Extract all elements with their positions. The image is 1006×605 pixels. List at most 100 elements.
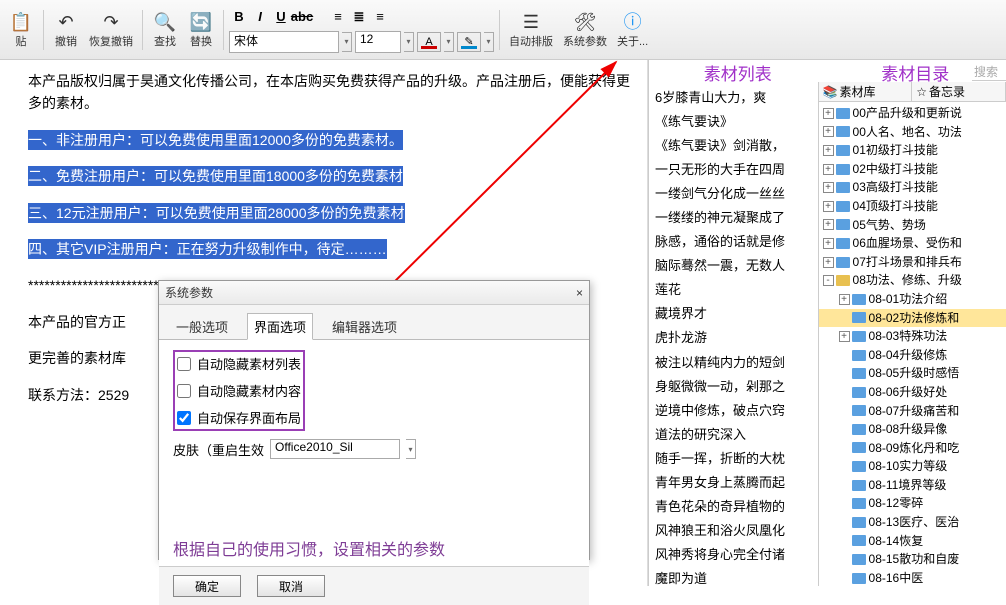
- size-dropdown-icon[interactable]: ▾: [404, 32, 414, 52]
- tree-tab-memo[interactable]: ☆备忘录: [912, 82, 1006, 101]
- tree-node[interactable]: 08-12零碎: [819, 494, 1006, 513]
- search-input[interactable]: 搜索: [972, 61, 1006, 81]
- about-button[interactable]: ⓘ关于...: [613, 5, 652, 55]
- list-item[interactable]: 被注以精纯内力的短剑: [655, 351, 816, 375]
- find-button[interactable]: 🔍查找: [148, 5, 182, 55]
- size-select[interactable]: 12: [355, 31, 401, 53]
- tree-node[interactable]: +08-03特殊功法: [819, 327, 1006, 346]
- list-item[interactable]: 一只无形的大手在四周: [655, 158, 816, 182]
- toggle-icon[interactable]: +: [823, 126, 834, 137]
- tree-node[interactable]: 08-13医疗、医治: [819, 513, 1006, 532]
- underline-button[interactable]: U: [271, 7, 291, 27]
- list-item[interactable]: 风神狼王和浴火凤凰化: [655, 519, 816, 543]
- font-color-button[interactable]: A: [417, 32, 441, 52]
- toggle-icon[interactable]: +: [823, 182, 834, 193]
- tree-node[interactable]: +05气势、势场: [819, 216, 1006, 235]
- highlight-button[interactable]: ✎: [457, 32, 481, 52]
- tree-node[interactable]: 08-10实力等级: [819, 457, 1006, 476]
- tree-node[interactable]: 08-02功法修炼和: [819, 309, 1006, 328]
- sysparam-button[interactable]: 🛠系统参数: [559, 5, 611, 55]
- tree-node[interactable]: +07打斗场景和排兵布: [819, 253, 1006, 272]
- tree-node[interactable]: +00人名、地名、功法: [819, 123, 1006, 142]
- tree-node[interactable]: 08-14恢复: [819, 532, 1006, 551]
- align-right-button[interactable]: ≡: [370, 7, 390, 27]
- list-item[interactable]: 6岁膝青山大力，爽: [655, 86, 816, 110]
- tree-node[interactable]: +03高级打斗技能: [819, 178, 1006, 197]
- toggle-icon[interactable]: +: [823, 257, 834, 268]
- tree-node[interactable]: +01初级打斗技能: [819, 141, 1006, 160]
- toggle-icon[interactable]: +: [823, 145, 834, 156]
- list-item[interactable]: 一缕剑气分化成一丝丝: [655, 182, 816, 206]
- toggle-icon[interactable]: +: [823, 108, 834, 119]
- tree-node[interactable]: +02中级打斗技能: [819, 160, 1006, 179]
- list-item[interactable]: 身躯微微一动，剁那之: [655, 375, 816, 399]
- skin-select[interactable]: Office2010_Sil: [270, 439, 400, 459]
- list-item[interactable]: 《练气要诀》: [655, 110, 816, 134]
- list-item[interactable]: 一缕缕的神元凝聚成了: [655, 206, 816, 230]
- list-item[interactable]: 逆境中修炼，破点穴窍: [655, 399, 816, 423]
- toggle-icon[interactable]: +: [823, 201, 834, 212]
- tree-node[interactable]: 08-07升级痛苦和: [819, 402, 1006, 421]
- tree-node[interactable]: 08-09炼化丹和吃: [819, 439, 1006, 458]
- tree-node[interactable]: 08-08升级异像: [819, 420, 1006, 439]
- tree-node[interactable]: +08-01功法介绍: [819, 290, 1006, 309]
- tree-node[interactable]: +00产品升级和更新说: [819, 104, 1006, 123]
- tree-node[interactable]: +06血腥场景、受伤和: [819, 234, 1006, 253]
- tab-general[interactable]: 一般选项: [169, 313, 235, 339]
- tree-node[interactable]: +04顶级打斗技能: [819, 197, 1006, 216]
- tree-node[interactable]: -08功法、修练、升级: [819, 271, 1006, 290]
- ok-button[interactable]: 确定: [173, 575, 241, 597]
- tab-ui[interactable]: 界面选项: [247, 313, 313, 340]
- align-center-button[interactable]: ≣: [349, 7, 369, 27]
- list-item[interactable]: 脉感，通俗的话就是修: [655, 230, 816, 254]
- highlight-dd-icon[interactable]: ▾: [484, 32, 494, 52]
- font-select[interactable]: 宋体: [229, 31, 339, 53]
- toggle-icon[interactable]: +: [839, 294, 850, 305]
- font-dropdown-icon[interactable]: ▾: [342, 32, 352, 52]
- tree-node[interactable]: 08-11境界等级: [819, 476, 1006, 495]
- material-tree[interactable]: +00产品升级和更新说+00人名、地名、功法+01初级打斗技能+02中级打斗技能…: [819, 102, 1006, 586]
- list-item[interactable]: 《练气要诀》剑消散，: [655, 134, 816, 158]
- dialog-titlebar[interactable]: 系统参数 ×: [159, 281, 589, 305]
- tree-node[interactable]: 08-05升级时感悟: [819, 364, 1006, 383]
- tree-label: 08-01功法介绍: [869, 290, 948, 309]
- chk-save-layout[interactable]: [177, 411, 191, 425]
- list-item[interactable]: 风神秀将身心完全付诸: [655, 543, 816, 567]
- tree-node[interactable]: 08-15散功和自废: [819, 550, 1006, 569]
- toggle-icon[interactable]: +: [823, 164, 834, 175]
- italic-button[interactable]: I: [250, 7, 270, 27]
- list-item[interactable]: 脑际蓦然一震，无数人: [655, 254, 816, 278]
- tree-node[interactable]: 08-16中医: [819, 569, 1006, 586]
- autolayout-button[interactable]: ☰自动排版: [505, 5, 557, 55]
- list-item[interactable]: 道法的研究深入: [655, 423, 816, 447]
- font-color-dd-icon[interactable]: ▾: [444, 32, 454, 52]
- list-item[interactable]: 莲花: [655, 278, 816, 302]
- undo-button[interactable]: ↶撤销: [49, 5, 83, 55]
- tree-tab-lib[interactable]: 📚素材库: [819, 82, 913, 101]
- paste-button[interactable]: 📋贴: [4, 5, 38, 55]
- tab-editor[interactable]: 编辑器选项: [325, 313, 404, 339]
- list-item[interactable]: 青年男女身上蒸腾而起: [655, 471, 816, 495]
- strike-button[interactable]: abc: [292, 7, 312, 27]
- toggle-icon[interactable]: +: [823, 219, 834, 230]
- list-item[interactable]: 魔即为道: [655, 567, 816, 586]
- material-list[interactable]: 6岁膝青山大力，爽《练气要诀》《练气要诀》剑消散，一只无形的大手在四周一缕剑气分…: [649, 82, 819, 586]
- redo-button[interactable]: ↷恢复撤销: [85, 5, 137, 55]
- toggle-icon[interactable]: -: [823, 275, 834, 286]
- skin-dd-icon[interactable]: ▾: [406, 439, 416, 459]
- tree-node[interactable]: 08-04升级修炼: [819, 346, 1006, 365]
- align-left-button[interactable]: ≡: [328, 7, 348, 27]
- replace-button[interactable]: 🔄替换: [184, 5, 218, 55]
- chk-hide-list[interactable]: [177, 357, 191, 371]
- chk-hide-content[interactable]: [177, 384, 191, 398]
- list-item[interactable]: 青色花朵的奇异植物的: [655, 495, 816, 519]
- toggle-icon[interactable]: +: [839, 331, 850, 342]
- list-item[interactable]: 藏境界才: [655, 302, 816, 326]
- tree-node[interactable]: 08-06升级好处: [819, 383, 1006, 402]
- close-icon[interactable]: ×: [576, 281, 583, 304]
- list-item[interactable]: 随手一挥，折断的大枕: [655, 447, 816, 471]
- list-item[interactable]: 虎扑龙游: [655, 326, 816, 350]
- bold-button[interactable]: B: [229, 7, 249, 27]
- toggle-icon[interactable]: +: [823, 238, 834, 249]
- cancel-button[interactable]: 取消: [257, 575, 325, 597]
